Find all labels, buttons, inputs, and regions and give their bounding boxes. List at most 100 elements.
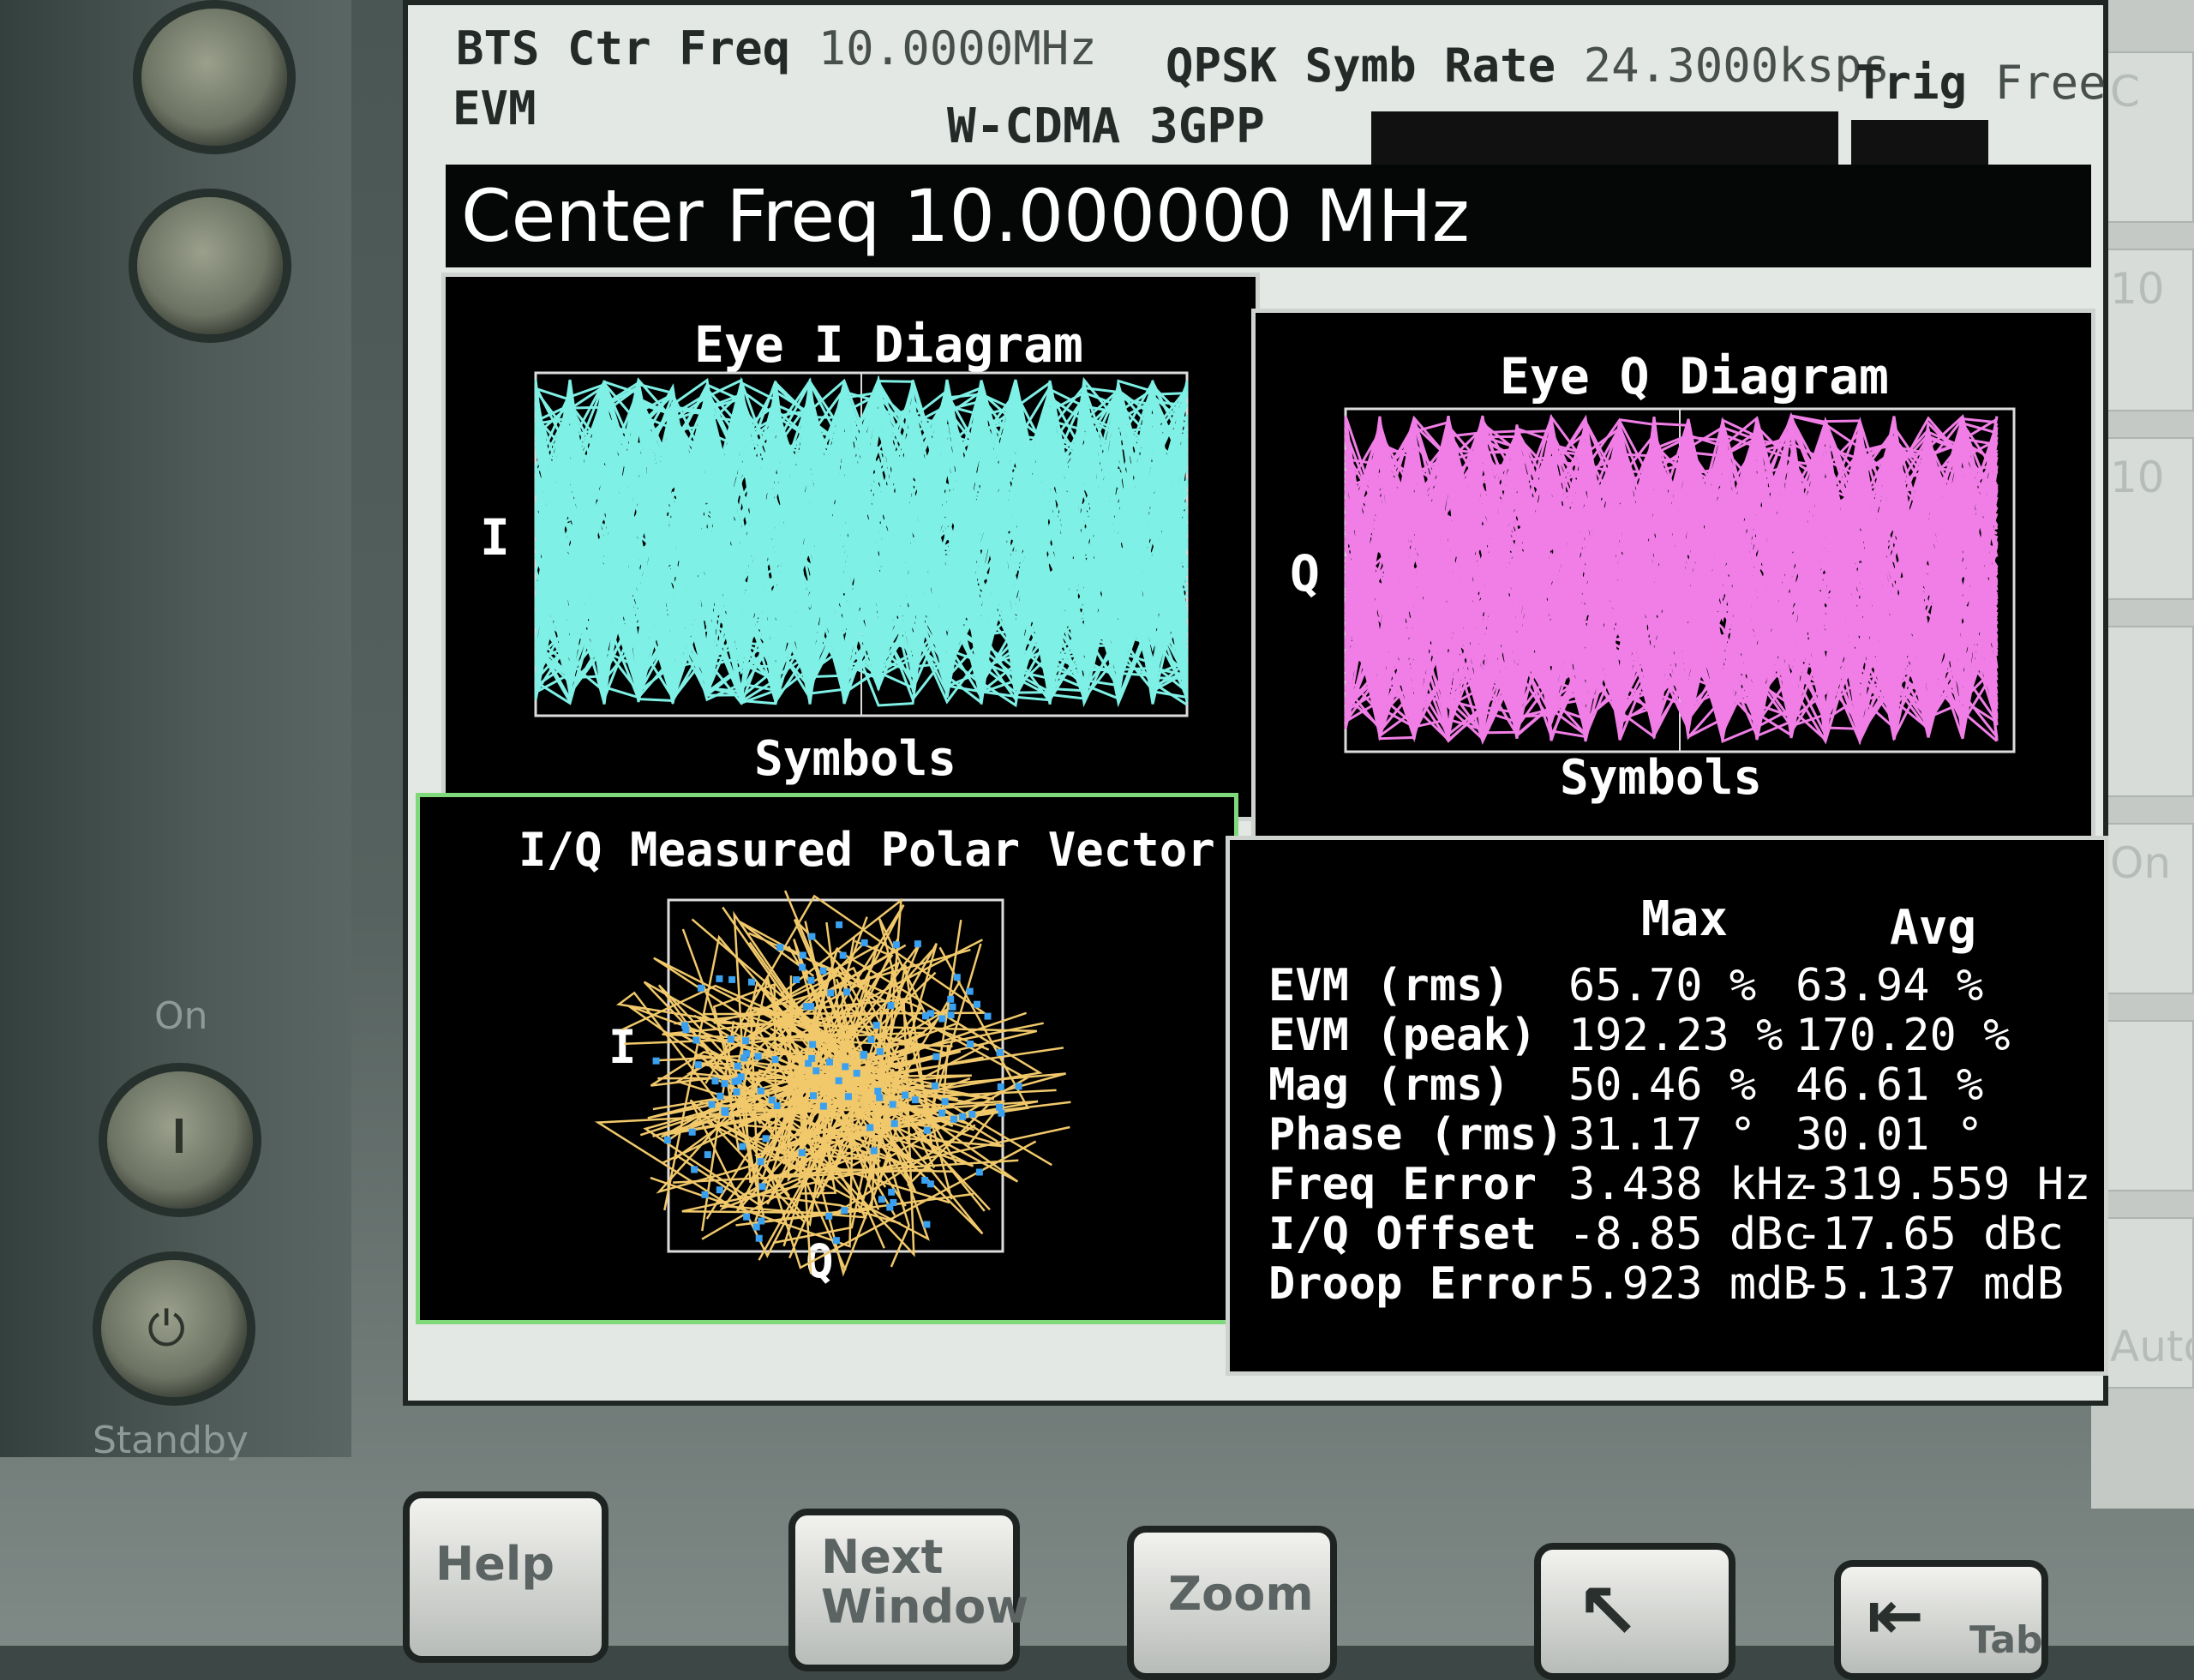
polar-symbol-point xyxy=(798,1149,806,1156)
polar-symbol-point xyxy=(739,1143,746,1150)
polar-symbol-point xyxy=(733,1088,740,1095)
eye-i-footer: Symbols xyxy=(754,731,957,787)
polar-symbol-point xyxy=(803,1003,810,1011)
polar-symbol-point xyxy=(754,1053,762,1060)
polar-symbol-point xyxy=(967,1041,974,1047)
on-label: On xyxy=(154,994,208,1038)
standby-button[interactable]: ⏻ xyxy=(101,1260,247,1397)
polar-panel[interactable]: I/Q Measured Polar Vector I Q xyxy=(416,793,1238,1324)
polar-symbol-point xyxy=(758,1217,765,1225)
polar-symbol-point xyxy=(826,1059,833,1066)
softkey-7[interactable]: Auto xyxy=(2100,1217,2194,1389)
polar-symbol-point xyxy=(853,1070,860,1077)
polar-symbol-point xyxy=(755,1234,763,1242)
polar-symbol-point xyxy=(809,1041,817,1048)
polar-symbol-point xyxy=(807,976,815,984)
result-label: Phase (rms) xyxy=(1268,1109,1564,1161)
next-window-label: Next Window xyxy=(821,1530,1029,1634)
eye-i-panel[interactable]: Eye I Diagram I Symbols xyxy=(441,273,1260,821)
polar-symbol-point xyxy=(842,1063,849,1071)
polar-symbol-point xyxy=(860,939,868,946)
polar-symbol-point xyxy=(716,1092,724,1100)
active-function-bar[interactable]: Center Freq 10.000000 MHz xyxy=(446,165,2091,267)
bts-value: 10.0000MHz xyxy=(818,21,1097,75)
softkey-1[interactable]: C xyxy=(2100,51,2194,223)
active-function-text: Center Freq 10.000000 MHz xyxy=(461,174,1470,258)
result-max: 65.70 % xyxy=(1568,960,1757,1011)
arrow-up-key[interactable]: ↖ xyxy=(1534,1543,1735,1680)
result-avg: 46.61 % xyxy=(1795,1059,1984,1111)
polar-symbol-point xyxy=(996,1048,1004,1056)
result-avg: 30.01 ° xyxy=(1795,1109,1984,1161)
polar-symbol-point xyxy=(752,1223,760,1231)
polar-symbol-point xyxy=(742,1037,750,1045)
polar-symbol-point xyxy=(743,1213,751,1221)
trigger-readout: Trig Free xyxy=(1855,56,2107,110)
result-avg: 170.20 % xyxy=(1795,1010,2011,1061)
help-key[interactable]: Help xyxy=(403,1491,608,1663)
polar-symbol-point xyxy=(810,1092,817,1100)
polar-symbol-point xyxy=(663,1137,671,1144)
polar-symbol-point xyxy=(819,967,827,975)
zoom-key-label: Zoom xyxy=(1168,1567,1314,1621)
polar-symbol-point xyxy=(921,1177,929,1184)
polar-symbol-point xyxy=(932,1053,940,1060)
polar-symbol-point xyxy=(757,1087,764,1095)
tab-key[interactable]: ⇤ Tab xyxy=(1834,1560,2048,1680)
polar-symbol-point xyxy=(737,1073,745,1081)
softkey-2[interactable]: 10 xyxy=(2100,249,2194,411)
polar-symbol-point xyxy=(866,1124,874,1131)
power-on-button[interactable] xyxy=(107,1071,253,1209)
standby-label: Standby xyxy=(93,1419,249,1462)
softkey-6[interactable] xyxy=(2100,1020,2194,1191)
softkey-7-label: Auto xyxy=(2110,1322,2194,1371)
polar-symbol-point xyxy=(773,1102,781,1109)
result-label: Freq Error xyxy=(1268,1159,1538,1210)
polar-symbol-point xyxy=(914,940,921,948)
polar-symbol-point xyxy=(841,1207,848,1215)
eye-q-panel[interactable]: Eye Q Diagram Q Symbols xyxy=(1251,309,2095,857)
polar-symbol-point xyxy=(950,1115,957,1123)
softkey-5[interactable]: On xyxy=(2100,823,2194,994)
softkey-4[interactable] xyxy=(2100,626,2194,797)
polar-symbol-point xyxy=(1015,1083,1022,1090)
polar-symbol-point xyxy=(874,1088,882,1095)
polar-symbol-point xyxy=(694,1061,702,1069)
polar-symbol-point xyxy=(825,1212,833,1220)
results-header-avg: Avg xyxy=(1890,900,1977,956)
polar-symbol-point xyxy=(923,1126,931,1134)
result-label: I/Q Offset xyxy=(1268,1209,1538,1260)
polar-symbol-point xyxy=(876,1047,884,1055)
polar-symbol-point xyxy=(808,933,816,940)
polar-symbol-point xyxy=(886,1203,894,1211)
result-max: 5.923 mdB xyxy=(1568,1258,1810,1310)
softkey-1-label: C xyxy=(2110,67,2140,117)
polar-symbol-point xyxy=(947,995,955,1003)
polar-symbol-point xyxy=(652,1057,660,1065)
polar-symbol-point xyxy=(799,963,806,971)
polar-symbol-point xyxy=(722,1108,729,1116)
polar-symbol-point xyxy=(931,1082,938,1089)
polar-symbol-point xyxy=(888,1188,896,1196)
symbol-rate-readout: QPSK Symb Rate 24.3000ksps xyxy=(1166,39,1890,93)
eye-i-plot xyxy=(534,371,1189,717)
softkey-5-label: On xyxy=(2110,838,2172,888)
polar-symbol-point xyxy=(748,978,755,986)
result-label: Mag (rms) xyxy=(1268,1059,1510,1111)
mode-label: QPSK Symb Rate xyxy=(1166,39,1556,93)
polar-plot xyxy=(594,890,1071,1277)
second-knob-button[interactable] xyxy=(137,197,283,334)
polar-symbol-point xyxy=(793,976,800,983)
zoom-key[interactable]: Zoom xyxy=(1127,1526,1337,1680)
polar-symbol-point xyxy=(941,1098,949,1106)
polar-symbol-point xyxy=(808,1054,816,1062)
polar-symbol-point xyxy=(727,1035,734,1043)
arrow-up-left-icon: ↖ xyxy=(1575,1567,1640,1657)
result-label: EVM (peak) xyxy=(1268,1010,1538,1061)
softkey-3[interactable]: 10 xyxy=(2100,437,2194,600)
upper-knob-button[interactable] xyxy=(141,9,287,146)
polar-symbol-point xyxy=(708,1101,716,1108)
polar-symbol-point xyxy=(959,1113,967,1120)
polar-symbol-point xyxy=(927,1010,934,1017)
next-window-key[interactable]: Next Window xyxy=(788,1509,1029,1671)
